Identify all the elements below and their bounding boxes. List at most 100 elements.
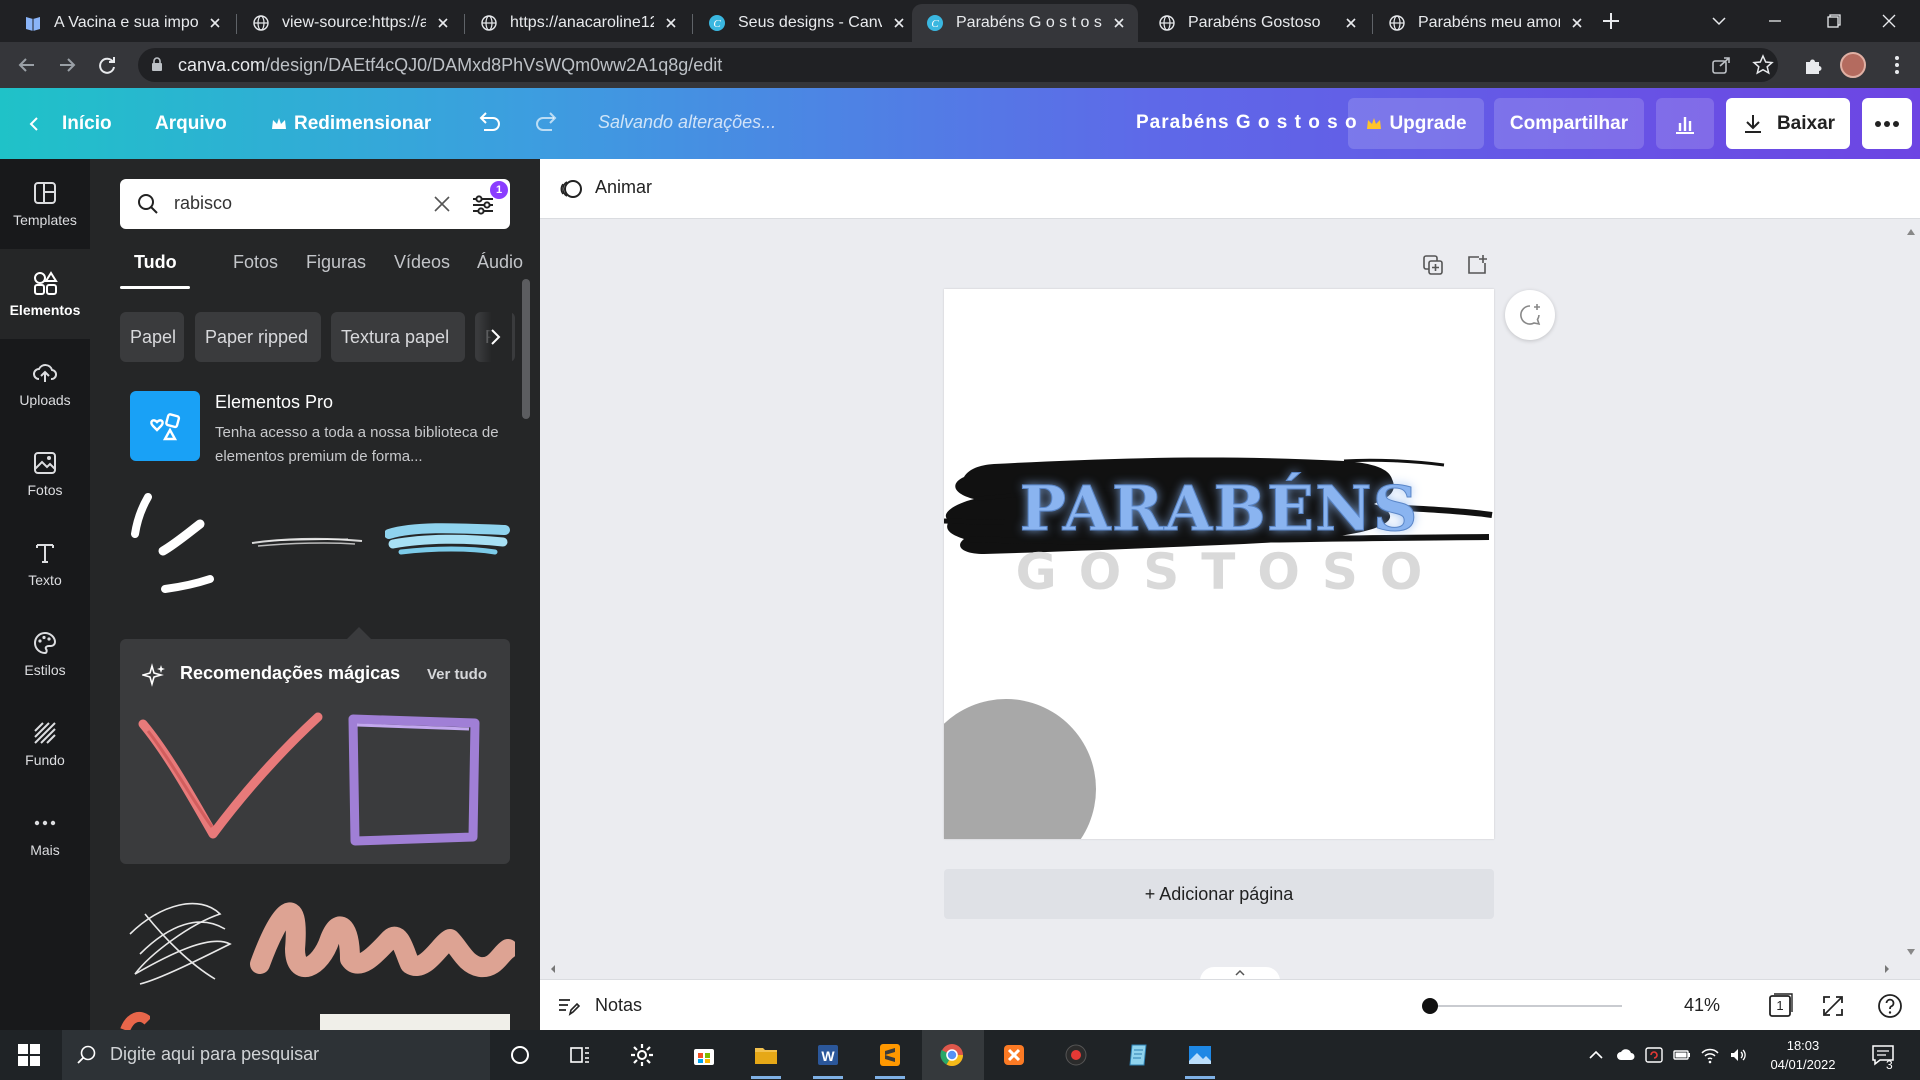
scribble-strokes-thumbnail[interactable]	[125, 489, 235, 599]
clear-search-icon[interactable]	[432, 194, 452, 214]
minimize-icon[interactable]	[1752, 6, 1798, 36]
suggestion-chip[interactable]: Paper ripped	[195, 312, 321, 362]
orange-scribble-thumbnail[interactable]	[120, 1009, 150, 1030]
elements-pro-title[interactable]: Elementos Pro	[215, 392, 333, 413]
notes-button[interactable]: Notas	[595, 995, 642, 1016]
xampp-icon[interactable]	[1000, 1041, 1028, 1069]
task-view-icon[interactable]	[566, 1041, 594, 1069]
tab-videos[interactable]: Vídeos	[394, 252, 450, 273]
sublime-text-icon[interactable]	[876, 1041, 904, 1069]
design-title-text[interactable]: PARABÉNS	[944, 472, 1494, 546]
tab-all[interactable]: Tudo	[134, 252, 177, 273]
url-text[interactable]: canva.com/design/DAEtf4cQJ0/DAMxd8PhVsWQ…	[178, 55, 722, 76]
bookmark-star-icon[interactable]	[1752, 54, 1774, 76]
undo-icon[interactable]	[474, 108, 504, 138]
browser-tab[interactable]: Parabéns meu amor	[1374, 4, 1596, 42]
taskbar-search[interactable]: Digite aqui para pesquisar	[62, 1030, 490, 1080]
close-tab-icon[interactable]	[890, 14, 908, 32]
browser-tab[interactable]: Parabéns Gostoso	[1144, 4, 1370, 42]
windows-start-icon[interactable]	[18, 1044, 40, 1066]
extensions-puzzle-icon[interactable]	[1802, 54, 1824, 76]
new-tab-plus-icon[interactable]	[1598, 8, 1624, 34]
red-check-scribble-thumbnail[interactable]	[138, 709, 328, 849]
insights-button[interactable]	[1656, 98, 1714, 149]
sync-status-icon[interactable]	[1644, 1045, 1664, 1065]
resize-button[interactable]: Redimensionar	[270, 88, 431, 159]
paper-texture-thumbnail[interactable]	[320, 1014, 510, 1030]
scroll-right-arrow-icon[interactable]	[1882, 963, 1892, 975]
thin-brush-stroke-thumbnail[interactable]	[250, 529, 365, 559]
cortana-icon[interactable]	[506, 1041, 534, 1069]
close-tab-icon[interactable]	[1568, 14, 1586, 32]
add-page-icon[interactable]	[1465, 253, 1489, 277]
upgrade-button[interactable]: Upgrade	[1348, 98, 1484, 149]
tab-graphics[interactable]: Figuras	[306, 252, 366, 273]
document-title[interactable]: Parabéns G o s t o s o	[1136, 112, 1358, 134]
suggestion-chip[interactable]: Textura papel	[331, 312, 465, 362]
chevron-up-icon[interactable]	[1586, 1045, 1606, 1065]
tab-search-chevron-icon[interactable]	[1696, 6, 1742, 36]
file-explorer-icon[interactable]	[752, 1041, 780, 1069]
file-menu-button[interactable]: Arquivo	[155, 88, 227, 159]
close-window-icon[interactable]	[1866, 6, 1912, 36]
fullscreen-icon[interactable]	[1820, 993, 1846, 1019]
close-tab-icon[interactable]	[1110, 14, 1128, 32]
browser-tab[interactable]: C Seus designs - Canva	[694, 4, 918, 42]
search-input[interactable]: rabisco	[174, 193, 232, 214]
rail-item-background[interactable]: Fundo	[0, 699, 90, 789]
rail-item-uploads[interactable]: Uploads	[0, 339, 90, 429]
browser-tab[interactable]: view-source:https://ar	[238, 4, 462, 42]
word-icon[interactable]: W	[814, 1041, 842, 1069]
wifi-icon[interactable]	[1700, 1045, 1720, 1065]
chips-next-button[interactable]	[478, 312, 512, 362]
close-tab-icon[interactable]	[434, 14, 452, 32]
more-options-button[interactable]	[1862, 98, 1912, 149]
zoom-slider[interactable]	[1426, 1005, 1622, 1007]
page-count-button[interactable]: 1	[1766, 992, 1794, 1020]
close-tab-icon[interactable]	[1342, 14, 1360, 32]
elements-pro-badge[interactable]	[130, 391, 200, 461]
back-arrow-icon[interactable]	[16, 54, 38, 76]
search-box[interactable]: rabisco	[120, 179, 510, 229]
scroll-left-arrow-icon[interactable]	[548, 963, 558, 975]
store-icon[interactable]	[690, 1041, 718, 1069]
tab-audio[interactable]: Áudio	[477, 252, 523, 273]
zoom-slider-handle[interactable]	[1422, 998, 1438, 1014]
purple-square-scribble-thumbnail[interactable]	[345, 709, 485, 854]
share-page-icon[interactable]	[1710, 54, 1732, 76]
design-subtitle-text[interactable]: GOSTOSO	[944, 543, 1494, 601]
profile-avatar[interactable]	[1840, 52, 1866, 78]
close-tab-icon[interactable]	[206, 14, 224, 32]
rail-item-photos[interactable]: Fotos	[0, 429, 90, 519]
vertical-scrollbar[interactable]	[1902, 219, 1920, 979]
notepad-icon[interactable]	[1124, 1041, 1152, 1069]
share-button[interactable]: Compartilhar	[1494, 98, 1644, 149]
settings-gear-icon[interactable]	[628, 1041, 656, 1069]
restore-icon[interactable]	[1810, 6, 1856, 36]
add-page-button[interactable]: + Adicionar página	[944, 869, 1494, 919]
design-page[interactable]: PARABÉNS GOSTOSO	[944, 289, 1494, 839]
forward-arrow-icon[interactable]	[56, 54, 78, 76]
taskbar-clock[interactable]: 18:03 04/01/2022	[1758, 1036, 1848, 1074]
rail-item-text[interactable]: Texto	[0, 519, 90, 609]
animate-button[interactable]: Animar	[595, 177, 652, 198]
rail-item-templates[interactable]: Templates	[0, 159, 90, 249]
help-icon[interactable]	[1876, 992, 1904, 1020]
rail-item-elements[interactable]: Elementos	[0, 249, 90, 339]
duplicate-page-icon[interactable]	[1421, 253, 1445, 277]
pencil-scribble-thumbnail[interactable]	[120, 884, 235, 994]
photos-app-icon[interactable]	[1186, 1041, 1214, 1069]
suggestion-chip[interactable]: Papel	[120, 312, 184, 362]
browser-tab[interactable]: A Vacina e sua import	[10, 4, 234, 42]
close-tab-icon[interactable]	[662, 14, 680, 32]
redo-icon[interactable]	[532, 108, 562, 138]
rail-item-styles[interactable]: Estilos	[0, 609, 90, 699]
browser-menu-icon[interactable]	[1886, 54, 1908, 76]
download-button[interactable]: Baixar	[1726, 98, 1850, 149]
tab-photos[interactable]: Fotos	[233, 252, 278, 273]
see-all-link[interactable]: Ver tudo	[427, 666, 487, 683]
browser-tab-active[interactable]: C Parabéns G o s t o s o	[912, 4, 1138, 42]
panel-scrollbar[interactable]	[522, 279, 530, 419]
pink-loop-scribble-thumbnail[interactable]	[250, 879, 515, 994]
blue-chalk-scribble-thumbnail[interactable]	[385, 514, 510, 564]
